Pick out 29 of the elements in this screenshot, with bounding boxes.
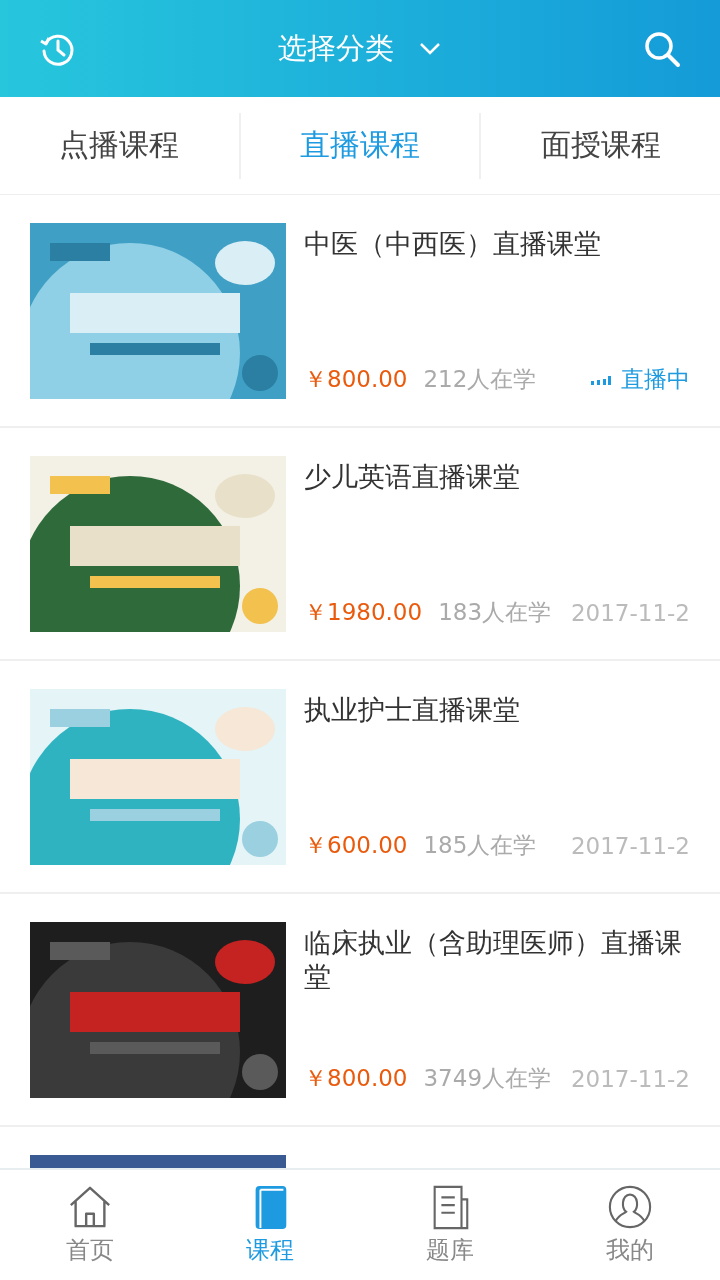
user-icon [607, 1184, 653, 1230]
course-price: ￥800.00 [304, 365, 408, 394]
course-type-tab[interactable]: 面授课程 [481, 97, 720, 194]
nav-tab[interactable]: 题库 [360, 1170, 540, 1280]
course-type-tab[interactable]: 点播课程 [0, 97, 239, 194]
live-status: 直播中 [621, 365, 690, 394]
course-price: ￥800.00 [304, 1064, 408, 1093]
learner-count: 212人在学 [423, 365, 537, 394]
home-icon [67, 1184, 113, 1230]
course-title: 少儿英语直播课堂 [304, 460, 521, 494]
course-date: 2017-11-2 [570, 599, 690, 626]
course-price: ￥600.00 [304, 831, 408, 860]
learner-count: 183人在学 [438, 598, 552, 627]
nav-tab[interactable]: 首页 [0, 1170, 180, 1280]
learner-count: 185人在学 [423, 831, 537, 860]
nav-tab[interactable]: 我的 [540, 1170, 720, 1280]
signal-bars-icon [591, 374, 611, 385]
course-title: 中医（中西医）直播课堂 [304, 227, 602, 261]
course-item[interactable]: 中医（中西医）直播课堂 ￥800.00 212人在学 直播中 [0, 195, 720, 428]
caret-icon [418, 40, 442, 57]
course-item[interactable]: 执业护士直播课堂 ￥600.00 185人在学 2017-11-2 [0, 661, 720, 894]
course-item[interactable]: 少儿英语直播课堂 ￥1980.00 183人在学 2017-11-2 [0, 428, 720, 661]
course-title: 临床执业（含助理医师）直播课堂 [304, 926, 683, 994]
course-title: 执业护士直播课堂 [304, 693, 521, 727]
course-date: 2017-11-2 [570, 832, 690, 859]
course-item[interactable]: 临床执业（含助理医师）直播课堂 ￥800.00 3749人在学 2017-11-2 [0, 894, 720, 1127]
course-price: ￥1980.00 [304, 598, 423, 627]
course-date: 2017-11-2 [570, 1065, 690, 1092]
learner-count: 3749人在学 [423, 1064, 552, 1093]
